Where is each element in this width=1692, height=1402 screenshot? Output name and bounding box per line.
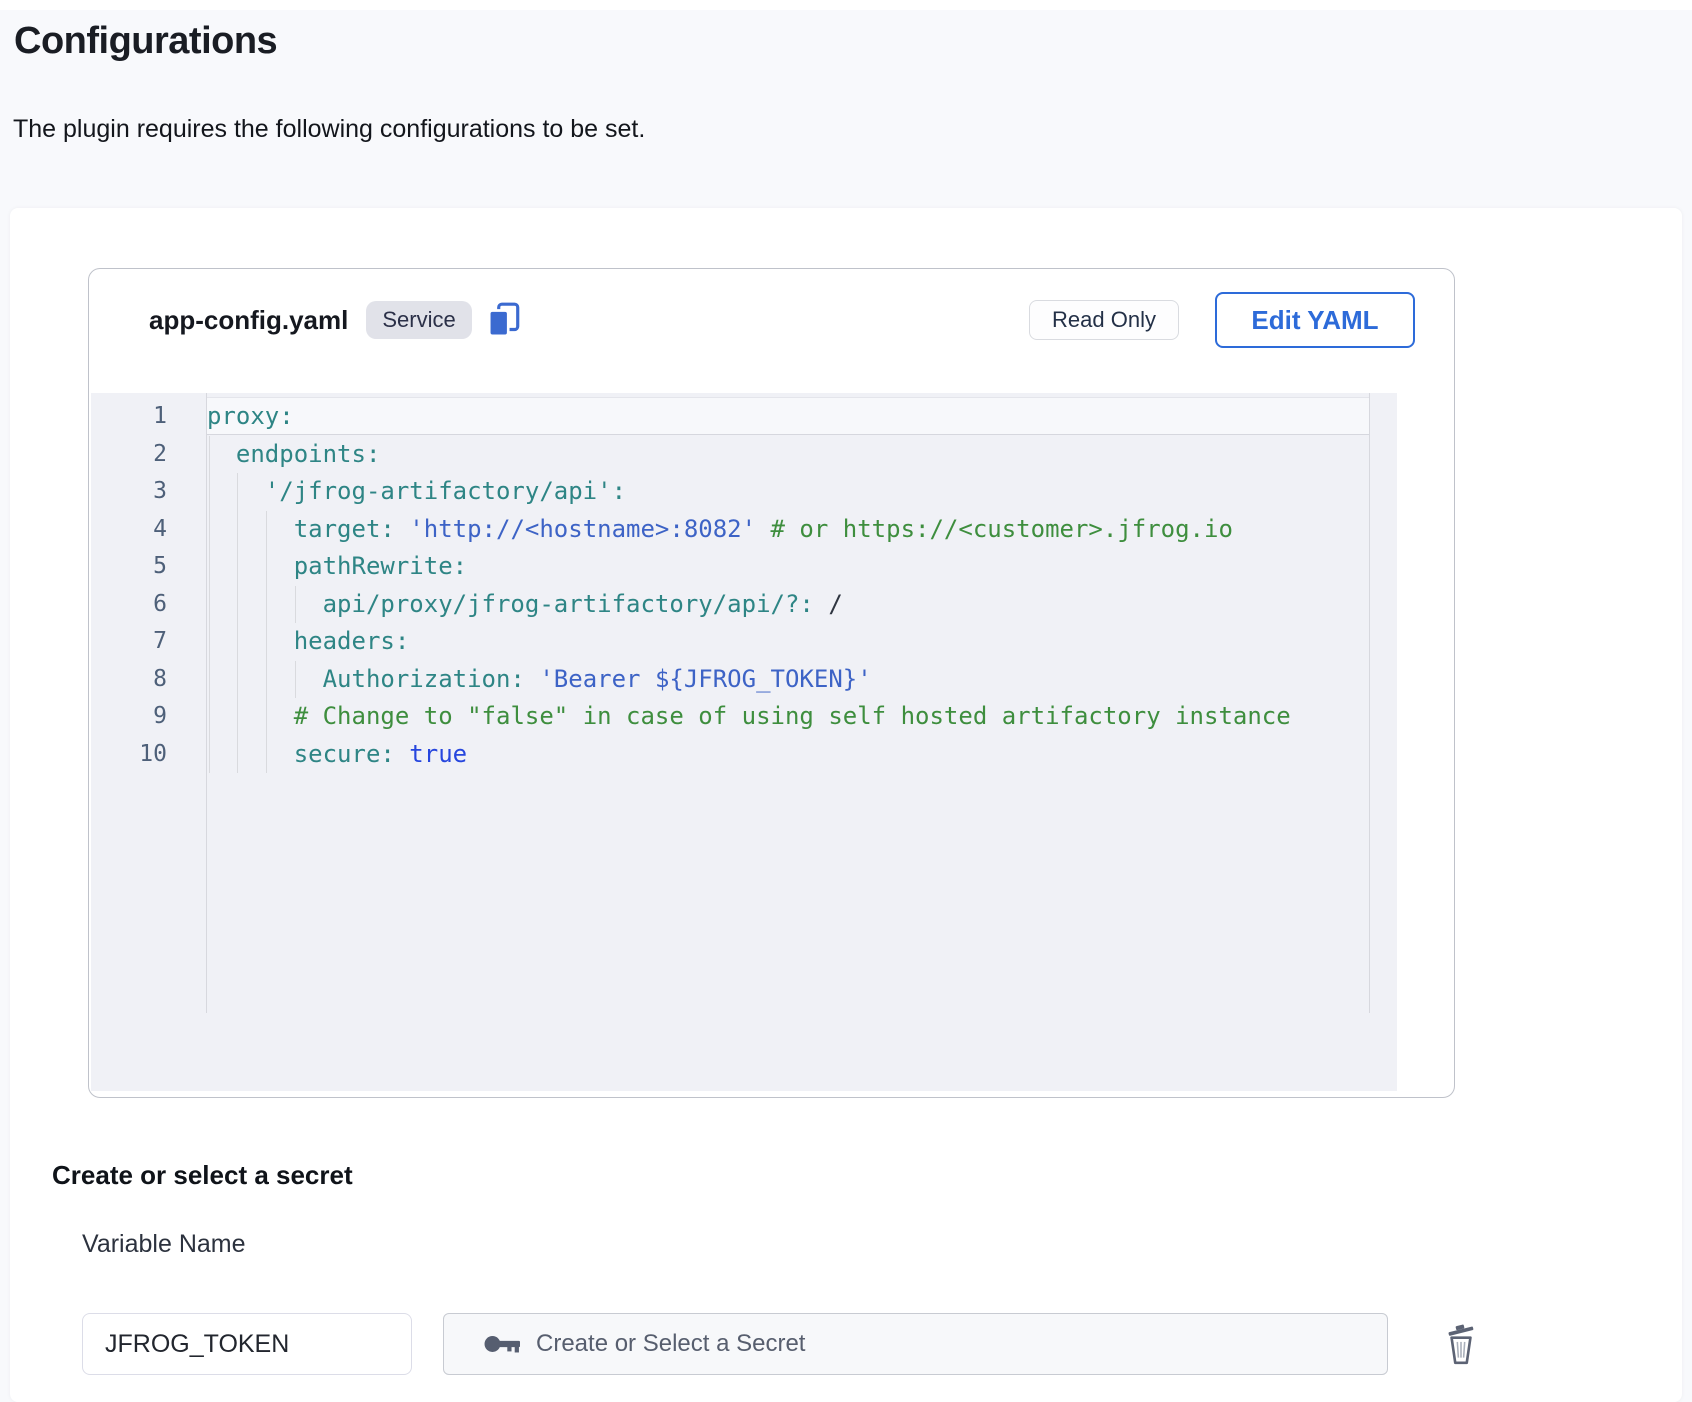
file-name: app-config.yaml	[149, 305, 348, 336]
variable-name-input[interactable]	[82, 1313, 412, 1375]
line-number: 10	[91, 736, 206, 774]
code-line: 5 pathRewrite:	[91, 548, 1397, 586]
code-line-text: proxy:	[206, 398, 294, 436]
code-line: 3 '/jfrog-artifactory/api':	[91, 473, 1397, 511]
secret-select-field[interactable]: Create or Select a Secret	[443, 1313, 1388, 1375]
secret-select-placeholder: Create or Select a Secret	[536, 1330, 805, 1358]
variable-name-label: Variable Name	[82, 1230, 246, 1259]
copy-icon[interactable]	[486, 301, 522, 339]
delete-secret-button[interactable]	[1435, 1316, 1487, 1372]
code-line: 10 secure: true	[91, 736, 1397, 774]
edit-yaml-button[interactable]: Edit YAML	[1215, 292, 1415, 348]
code-line-text: '/jfrog-artifactory/api':	[206, 473, 626, 511]
line-number: 9	[91, 698, 206, 736]
code-line-text: endpoints:	[206, 436, 380, 474]
code-line: 9 # Change to "false" in case of using s…	[91, 698, 1397, 736]
code-line-text: headers:	[206, 623, 409, 661]
code-line-text: pathRewrite:	[206, 548, 467, 586]
code-lines: 1proxy:2 endpoints:3 '/jfrog-artifactory…	[91, 398, 1397, 773]
code-line-text: secure: true	[206, 736, 467, 774]
key-icon	[484, 1332, 520, 1356]
code-line: 4 target: 'http://<hostname>:8082' # or …	[91, 511, 1397, 549]
page-title: Configurations	[14, 20, 277, 63]
configurations-panel: app-config.yaml Service Read Only Edit Y…	[10, 208, 1682, 1402]
line-number: 3	[91, 473, 206, 511]
line-number: 5	[91, 548, 206, 586]
top-strip	[0, 0, 1692, 10]
page: Configurations The plugin requires the f…	[0, 0, 1692, 1402]
code-line: 1proxy:	[91, 398, 1397, 436]
line-number: 1	[91, 398, 206, 436]
line-number: 7	[91, 623, 206, 661]
code-line-text: # Change to "false" in case of using sel…	[206, 698, 1291, 736]
read-only-button[interactable]: Read Only	[1029, 300, 1179, 340]
code-line-text: Authorization: 'Bearer ${JFROG_TOKEN}'	[206, 661, 872, 699]
code-line: 8 Authorization: 'Bearer ${JFROG_TOKEN}'	[91, 661, 1397, 699]
code-line: 6 api/proxy/jfrog-artifactory/api/?: /	[91, 586, 1397, 624]
line-number: 8	[91, 661, 206, 699]
service-badge: Service	[366, 301, 471, 339]
code-line-text: target: 'http://<hostname>:8082' # or ht…	[206, 511, 1233, 549]
yaml-card-header: app-config.yaml Service Read Only Edit Y…	[149, 291, 1415, 349]
line-number: 4	[91, 511, 206, 549]
code-line: 2 endpoints:	[91, 436, 1397, 474]
page-subtitle: The plugin requires the following config…	[13, 115, 645, 144]
line-number: 6	[91, 586, 206, 624]
trash-icon	[1443, 1322, 1479, 1366]
code-line-text: api/proxy/jfrog-artifactory/api/?: /	[206, 586, 843, 624]
code-line: 7 headers:	[91, 623, 1397, 661]
line-number: 2	[91, 436, 206, 474]
secret-section-heading: Create or select a secret	[52, 1160, 353, 1191]
code-editor[interactable]: 1proxy:2 endpoints:3 '/jfrog-artifactory…	[91, 393, 1397, 1091]
yaml-config-card: app-config.yaml Service Read Only Edit Y…	[88, 268, 1455, 1098]
